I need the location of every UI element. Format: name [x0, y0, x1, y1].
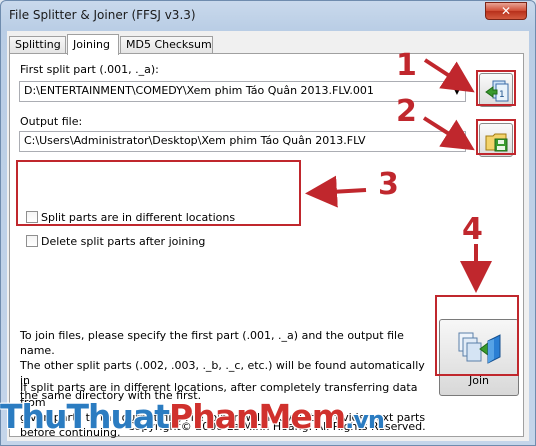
- annotation-arrows: [305, 58, 492, 293]
- arrow-2: [422, 116, 475, 151]
- watermark-part: .vn: [345, 406, 385, 434]
- tab-joining[interactable]: Joining: [67, 34, 119, 55]
- arrow-3: [305, 175, 367, 208]
- watermark-logo: ThuThuatPhanMem.vn: [0, 397, 385, 436]
- arrow-1: [423, 58, 475, 93]
- watermark-part: PhanMem: [169, 397, 346, 436]
- watermark-part: ThuThuat: [0, 397, 170, 436]
